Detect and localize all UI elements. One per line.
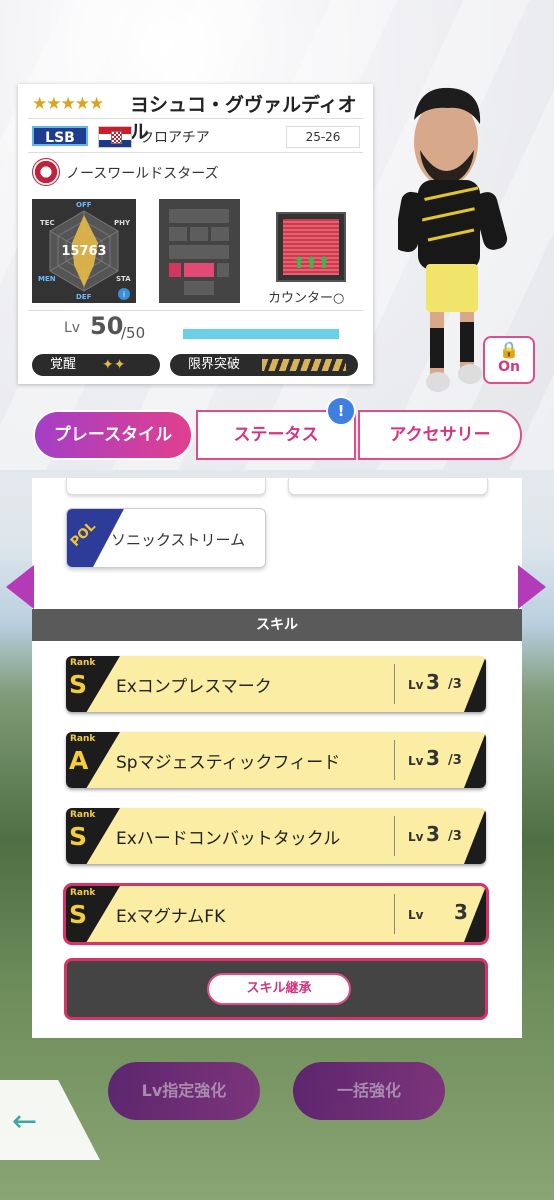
- skill-row[interactable]: Rank A Spマジェスティックフィード Lv 3 /3: [66, 732, 486, 788]
- skill-name: ExマグナムFK: [116, 907, 226, 927]
- skill-level-label: Lv: [408, 830, 424, 844]
- skill-inherit-panel: スキル継承: [64, 958, 488, 1020]
- position-marker-icon: [169, 263, 181, 277]
- skill-name: Exコンプレスマーク: [116, 677, 272, 697]
- awaken-label: 覚醒: [50, 357, 77, 372]
- rank-value: A: [69, 746, 89, 775]
- tab-playstyle[interactable]: プレースタイル: [33, 410, 193, 460]
- level-value: 50: [90, 312, 124, 340]
- rank-label: Rank: [70, 888, 96, 898]
- country-name: クロアチア: [140, 130, 210, 146]
- playstyle-item[interactable]: [288, 478, 488, 495]
- divider: [394, 740, 395, 780]
- divider: [394, 664, 395, 704]
- club-crest-icon: [32, 158, 60, 186]
- skill-row-selected[interactable]: Rank S ExマグナムFK Lv 3: [63, 883, 489, 945]
- rarity-stars: ★★★★★: [32, 94, 104, 114]
- up-arrows-icon: ⬆⬆⬆: [292, 253, 330, 272]
- corner-decoration: [464, 808, 486, 864]
- counter-style-icon[interactable]: ⬆⬆⬆: [276, 212, 346, 282]
- skill-level-label: Lv: [408, 908, 424, 922]
- playstyle-item[interactable]: [66, 478, 266, 495]
- lv-enhance-button[interactable]: Lv指定強化: [108, 1062, 260, 1120]
- club-name: ノースワールドスターズ: [66, 166, 219, 182]
- divider: [394, 894, 395, 934]
- season-label: 25-26: [286, 126, 360, 148]
- level-max: /50: [121, 324, 146, 342]
- skill-level-max: /3: [448, 829, 462, 844]
- skill-level: 3: [426, 822, 440, 846]
- radar-label-men: MEN: [38, 275, 56, 283]
- stat-radar[interactable]: i OFF TEC PHY MEN STA DEF 15763: [32, 199, 136, 303]
- skill-level: 3: [454, 900, 468, 924]
- corner-decoration: [464, 656, 486, 712]
- level-progress-bar: [183, 329, 339, 339]
- lock-state: On: [498, 359, 520, 375]
- divider: [28, 152, 363, 153]
- awaken-indicator[interactable]: 覚醒 ✦✦: [32, 354, 160, 376]
- croatia-flag-icon: [98, 126, 132, 148]
- awaken-diamonds-icon: ✦✦: [102, 357, 126, 373]
- rank-label: Rank: [70, 810, 96, 820]
- limit-break-gauge: [262, 359, 346, 371]
- divider: [28, 310, 363, 311]
- skill-inherit-button[interactable]: スキル継承: [207, 973, 351, 1005]
- skill-level-label: Lv: [408, 754, 424, 768]
- lock-icon: 🔒: [499, 340, 519, 359]
- player-card: ★★★★★ ヨシュコ・グヴァルディオル LSB クロアチア 25-26 ノースワ…: [18, 84, 373, 384]
- rank-label: Rank: [70, 734, 96, 744]
- skill-level: 3: [426, 746, 440, 770]
- back-button[interactable]: ←: [0, 1080, 100, 1160]
- counter-label: カウンター○: [268, 291, 345, 306]
- bulk-enhance-button[interactable]: 一括強化: [293, 1062, 445, 1120]
- stat-total: 15763: [61, 244, 107, 259]
- skill-row[interactable]: Rank S Exハードコンバットタックル Lv 3 /3: [66, 808, 486, 864]
- skill-name: Spマジェスティックフィード: [116, 753, 341, 773]
- formation-map[interactable]: [159, 199, 240, 303]
- limit-break-label: 限界突破: [188, 357, 241, 372]
- skill-level-label: Lv: [408, 678, 424, 692]
- tab-accessory[interactable]: アクセサリー: [358, 410, 522, 460]
- notification-badge: !: [326, 396, 356, 426]
- rank-value: S: [69, 670, 88, 699]
- playstyle-item-sonic-stream[interactable]: POL ソニックストリーム: [66, 508, 266, 568]
- corner-decoration: [464, 732, 486, 788]
- svg-text:i: i: [123, 290, 125, 299]
- skill-name: Exハードコンバットタックル: [116, 829, 341, 849]
- radar-label-def: DEF: [76, 293, 92, 301]
- radar-label-off: OFF: [76, 201, 92, 209]
- content-panel[interactable]: POL ソニックストリーム スキル Rank S Exコンプレスマーク Lv 3…: [32, 478, 522, 1038]
- back-arrow-icon: ←: [12, 1104, 38, 1139]
- rank-value: S: [69, 822, 88, 851]
- radar-label-phy: PHY: [114, 219, 131, 227]
- lock-toggle-button[interactable]: 🔒 On: [483, 336, 535, 384]
- skills-header: スキル: [32, 609, 522, 641]
- next-arrow-icon[interactable]: [518, 565, 546, 609]
- divider: [28, 118, 363, 119]
- divider: [394, 816, 395, 856]
- skill-row[interactable]: Rank S Exコンプレスマーク Lv 3 /3: [66, 656, 486, 712]
- skill-level-max: /3: [448, 753, 462, 768]
- radar-label-sta: STA: [116, 275, 131, 283]
- previous-arrow-icon[interactable]: [6, 565, 34, 609]
- skill-level-max: /3: [448, 677, 462, 692]
- limit-break-indicator[interactable]: 限界突破: [170, 354, 358, 376]
- skill-level: 3: [426, 670, 440, 694]
- playstyle-name: ソニックストリーム: [111, 531, 246, 549]
- rank-value: S: [69, 900, 88, 929]
- level-label: Lv: [64, 320, 81, 336]
- rank-label: Rank: [70, 658, 96, 668]
- radar-label-tec: TEC: [40, 219, 55, 227]
- position-badge: LSB: [32, 126, 88, 146]
